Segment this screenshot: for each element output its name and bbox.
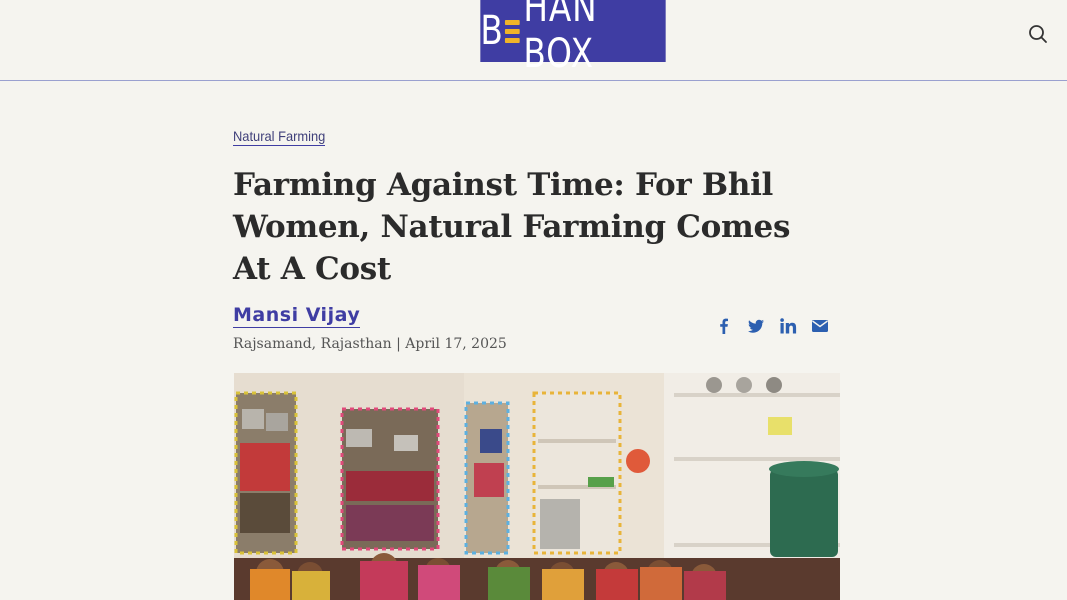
women-group-photo	[234, 373, 840, 600]
facebook-icon	[720, 318, 728, 334]
email-icon	[812, 320, 828, 332]
logo-text: HAN BOX	[523, 0, 598, 77]
site-logo[interactable]: B HAN BOX	[480, 0, 666, 77]
author-link[interactable]: Mansi Vijay	[233, 304, 361, 328]
share-bar	[715, 317, 829, 335]
site-header: B HAN BOX	[0, 0, 1067, 81]
share-email-button[interactable]	[811, 317, 829, 335]
meta-separator: |	[396, 336, 401, 352]
search-button[interactable]	[1026, 22, 1050, 46]
logo-letter-b: B	[480, 8, 504, 54]
share-twitter-button[interactable]	[747, 317, 765, 335]
share-linkedin-button[interactable]	[779, 317, 797, 335]
featured-photo	[234, 373, 840, 600]
logo-e-mark	[505, 17, 521, 45]
linkedin-icon	[780, 318, 797, 334]
search-icon	[1029, 25, 1047, 43]
byline: Mansi Vijay Rajsamand, Rajasthan | April…	[233, 304, 841, 360]
article-header: Natural Farming Farming Against Time: Fo…	[233, 128, 841, 290]
article-meta: Rajsamand, Rajasthan | April 17, 2025	[233, 336, 841, 352]
publish-date: April 17, 2025	[405, 336, 507, 352]
twitter-icon	[748, 319, 764, 333]
location: Rajsamand, Rajasthan	[233, 336, 392, 352]
category-link[interactable]: Natural Farming	[233, 128, 326, 146]
share-facebook-button[interactable]	[715, 317, 733, 335]
article-title: Farming Against Time: For Bhil Women, Na…	[233, 167, 791, 287]
